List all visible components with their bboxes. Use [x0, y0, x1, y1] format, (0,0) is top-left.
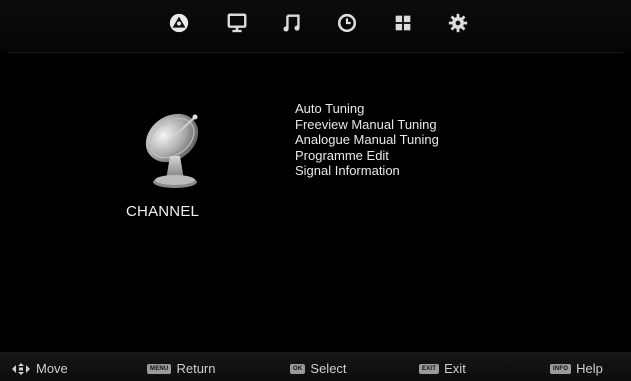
tab-picture[interactable] — [224, 10, 250, 36]
hint-move-label: Move — [36, 361, 68, 376]
top-tab-bar — [0, 0, 631, 52]
hint-select: OK Select — [290, 361, 347, 376]
menu-item-analogue-manual-tuning[interactable]: Analogue Manual Tuning — [295, 132, 439, 148]
divider — [8, 52, 623, 53]
tab-channel[interactable] — [166, 10, 192, 36]
channel-menu-list: Auto Tuning Freeview Manual Tuning Analo… — [295, 101, 439, 179]
tab-setup[interactable] — [390, 10, 416, 36]
monitor-icon — [227, 13, 247, 33]
menu-key-badge: MENU — [147, 363, 172, 374]
hint-return: MENU Return — [147, 361, 216, 376]
menu-item-auto-tuning[interactable]: Auto Tuning — [295, 101, 439, 117]
grid-icon — [395, 15, 411, 31]
menu-item-programme-edit[interactable]: Programme Edit — [295, 148, 439, 164]
satellite-dish-icon — [145, 113, 199, 188]
ok-key-badge: OK — [290, 363, 306, 374]
channel-category-icon — [138, 108, 216, 200]
music-note-icon — [283, 14, 300, 32]
info-key-badge: INFO — [550, 363, 572, 374]
menu-item-freeview-manual-tuning[interactable]: Freeview Manual Tuning — [295, 117, 439, 133]
hint-move: Move — [12, 361, 68, 376]
hint-help-label: Help — [576, 361, 603, 376]
tab-settings[interactable] — [445, 10, 471, 36]
satellite-dish-icon — [169, 13, 189, 33]
exit-key-badge: EXIT — [419, 363, 440, 374]
tab-time[interactable] — [334, 10, 360, 36]
menu-item-signal-information[interactable]: Signal Information — [295, 163, 439, 179]
hint-help: INFO Help — [550, 361, 603, 376]
hint-exit: EXIT Exit — [419, 361, 466, 376]
gear-icon — [448, 13, 468, 33]
category-label: CHANNEL — [126, 203, 200, 220]
arrows-icon — [12, 362, 30, 375]
tab-sound[interactable] — [279, 10, 305, 36]
hint-exit-label: Exit — [444, 361, 466, 376]
clock-icon — [337, 13, 357, 33]
hint-return-label: Return — [176, 361, 216, 376]
hint-select-label: Select — [310, 361, 347, 376]
footer-hint-bar: Move MENU Return OK Select EXIT Exit INF… — [0, 352, 631, 381]
tv-menu-screen: CHANNEL Auto Tuning Freeview Manual Tuni… — [0, 0, 631, 381]
